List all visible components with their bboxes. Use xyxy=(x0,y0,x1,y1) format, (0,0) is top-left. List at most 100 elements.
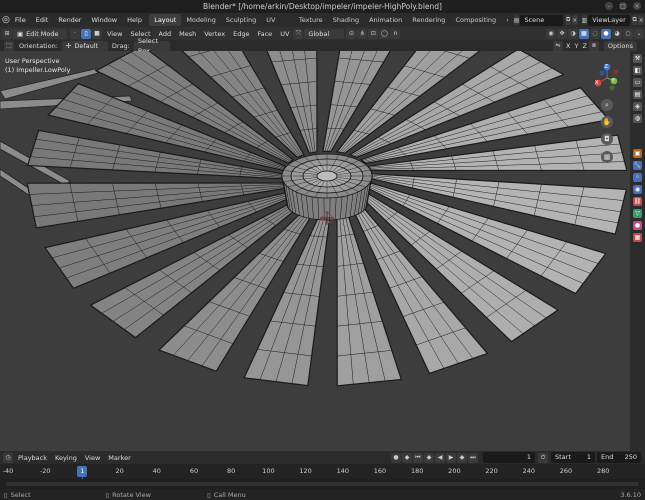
physics-tab-icon[interactable]: ◉ xyxy=(633,185,642,194)
constraints-tab-icon[interactable]: ⛓ xyxy=(633,197,642,206)
remove-view-layer-icon[interactable]: × xyxy=(638,15,645,25)
pan-hand-icon[interactable]: ✋ xyxy=(601,116,613,128)
zoom-icon[interactable]: ⌕ xyxy=(601,99,613,111)
mode-dropdown[interactable]: ▣ Edit Mode xyxy=(13,28,67,39)
menu-uv[interactable]: UV xyxy=(276,30,293,38)
copy-view-layer-icon[interactable]: ⧉ xyxy=(631,15,638,25)
menu-playback[interactable]: Playback xyxy=(14,454,51,462)
mirror-z[interactable]: Z xyxy=(580,42,588,50)
scene-icon[interactable]: ▤ xyxy=(513,15,520,25)
timeline-editor-type-icon[interactable]: ◷ xyxy=(3,452,13,463)
material-shading-icon[interactable]: ◕ xyxy=(612,28,622,39)
modifier-tab-icon[interactable]: 🔧 xyxy=(633,161,642,170)
wireframe-shading-icon[interactable]: ◌ xyxy=(590,28,600,39)
xray-toggle-icon[interactable]: ▦ xyxy=(579,28,589,39)
preview-range-icon[interactable]: ⏱ xyxy=(538,452,548,463)
minimize-icon[interactable]: – xyxy=(605,2,613,10)
tool-tab-icon[interactable]: ⚒ xyxy=(633,54,642,63)
menu-file[interactable]: File xyxy=(10,16,31,24)
current-frame-field[interactable]: 1 xyxy=(483,452,535,463)
tab-texture-paint[interactable]: Texture Paint xyxy=(294,14,328,36)
tab-animation[interactable]: Animation xyxy=(364,14,407,26)
solid-shading-icon[interactable]: ● xyxy=(601,28,611,39)
menu-window[interactable]: Window xyxy=(86,16,122,24)
timeline-ruler[interactable]: -40 -20 1 20 40 60 80 100 120 140 160 180 200 220 240 2… xyxy=(0,464,645,489)
play-icon[interactable]: ▶ xyxy=(446,452,456,463)
particles-tab-icon[interactable]: ⁘ xyxy=(633,173,642,182)
tab-uv-editing[interactable]: UV Editing xyxy=(261,14,294,36)
editor-type-icon[interactable]: ⊞ xyxy=(2,28,12,39)
active-tool-icon[interactable]: ⬚ xyxy=(4,40,14,51)
drag-dropdown[interactable]: Select Box xyxy=(133,37,170,55)
vertex-select-icon[interactable]: · xyxy=(70,28,80,39)
tab-modeling[interactable]: Modeling xyxy=(181,14,221,26)
gizmo-toggle-icon[interactable]: ✥ xyxy=(557,28,567,39)
playhead-frame-indicator[interactable]: 1 xyxy=(77,466,88,477)
menu-mesh[interactable]: Mesh xyxy=(175,30,200,38)
tab-compositing[interactable]: Compositing xyxy=(450,14,501,26)
remove-scene-icon[interactable]: × xyxy=(571,15,578,25)
perspective-grid-icon[interactable]: ▦ xyxy=(601,151,613,163)
start-frame-field[interactable]: Start 1 xyxy=(551,452,595,463)
face-select-icon[interactable]: ■ xyxy=(92,28,102,39)
visibility-icon[interactable]: ◉ xyxy=(546,28,556,39)
menu-help[interactable]: Help xyxy=(122,16,147,24)
prev-keyframe-icon[interactable]: ◆ xyxy=(424,452,434,463)
mirror-y[interactable]: Y xyxy=(572,42,580,50)
menu-render[interactable]: Render xyxy=(53,16,86,24)
shading-options-icon[interactable]: ⌄ xyxy=(634,28,644,39)
tab-rendering[interactable]: Rendering xyxy=(407,14,450,26)
options-dropdown[interactable]: Options xyxy=(603,40,637,51)
data-tab-icon[interactable]: ▽ xyxy=(633,209,642,218)
tab-shading[interactable]: Shading xyxy=(328,14,364,26)
tab-sculpting[interactable]: Sculpting xyxy=(221,14,261,26)
menu-timeline-view[interactable]: View xyxy=(81,454,104,462)
camera-view-icon[interactable]: ◘ xyxy=(601,133,613,145)
play-reverse-icon[interactable]: ◀ xyxy=(435,452,445,463)
world-tab-icon[interactable]: ◍ xyxy=(633,114,642,123)
keying-set-icon[interactable]: ◆ xyxy=(402,452,412,463)
mirror-icon[interactable]: ⇋ xyxy=(553,40,564,51)
orientation-dropdown[interactable]: ✢ Default xyxy=(61,40,108,51)
jump-end-icon[interactable]: ⏭ xyxy=(468,452,478,463)
blender-logo-icon[interactable]: ◎ xyxy=(2,14,10,26)
3d-viewport[interactable]: User Perspective (1) Impeller.LowPoly X … xyxy=(0,51,630,451)
snap-icon[interactable]: ⋔ xyxy=(357,28,368,39)
transform-orientation-icon[interactable]: ⤧ xyxy=(293,28,304,39)
end-frame-field[interactable]: End 250 xyxy=(597,452,641,463)
material-tab-icon[interactable]: ● xyxy=(633,221,642,230)
auto-merge-icon[interactable]: ⊗ xyxy=(588,40,599,51)
close-icon[interactable]: × xyxy=(633,2,641,10)
view-layer-field[interactable]: ViewLayer xyxy=(588,14,630,26)
scene-tab-icon[interactable]: ◈ xyxy=(633,102,642,111)
auto-keying-icon[interactable]: ● xyxy=(391,452,401,463)
object-tab-icon[interactable]: ▣ xyxy=(633,149,642,158)
render-tab-icon[interactable]: ◧ xyxy=(633,66,642,75)
mirror-x[interactable]: X xyxy=(564,42,572,50)
timeline-scrollbar[interactable] xyxy=(6,482,639,486)
menu-face[interactable]: Face xyxy=(253,30,276,38)
impeller-hub[interactable] xyxy=(281,153,373,221)
workspace-scroll-icon[interactable]: › xyxy=(501,14,514,26)
menu-edit[interactable]: Edit xyxy=(31,16,54,24)
edge-select-icon[interactable]: ▯ xyxy=(81,28,91,39)
timeline-track-area[interactable] xyxy=(0,479,645,489)
next-keyframe-icon[interactable]: ◆ xyxy=(457,452,467,463)
texture-tab-icon[interactable]: ▦ xyxy=(633,233,642,242)
maximize-icon[interactable]: □ xyxy=(619,2,627,10)
view-layer-icon[interactable]: ▥ xyxy=(581,15,588,25)
jump-start-icon[interactable]: ⏮ xyxy=(413,452,423,463)
menu-vertex[interactable]: Vertex xyxy=(200,30,229,38)
menu-marker[interactable]: Marker xyxy=(104,454,134,462)
rendered-shading-icon[interactable]: ○ xyxy=(623,28,633,39)
view-layer-tab-icon[interactable]: ▤ xyxy=(633,90,642,99)
falloff-icon[interactable]: ∩ xyxy=(390,28,401,39)
proportional-edit-icon[interactable]: ◯ xyxy=(379,28,390,39)
scene-field[interactable]: Scene xyxy=(520,14,564,26)
menu-keying[interactable]: Keying xyxy=(51,454,81,462)
impeller-mesh[interactable] xyxy=(0,51,630,451)
overlay-toggle-icon[interactable]: ◑ xyxy=(568,28,578,39)
copy-scene-icon[interactable]: ⧉ xyxy=(565,15,571,25)
pivot-point-icon[interactable]: ⊙ xyxy=(346,28,357,39)
menu-view[interactable]: View xyxy=(103,30,126,38)
